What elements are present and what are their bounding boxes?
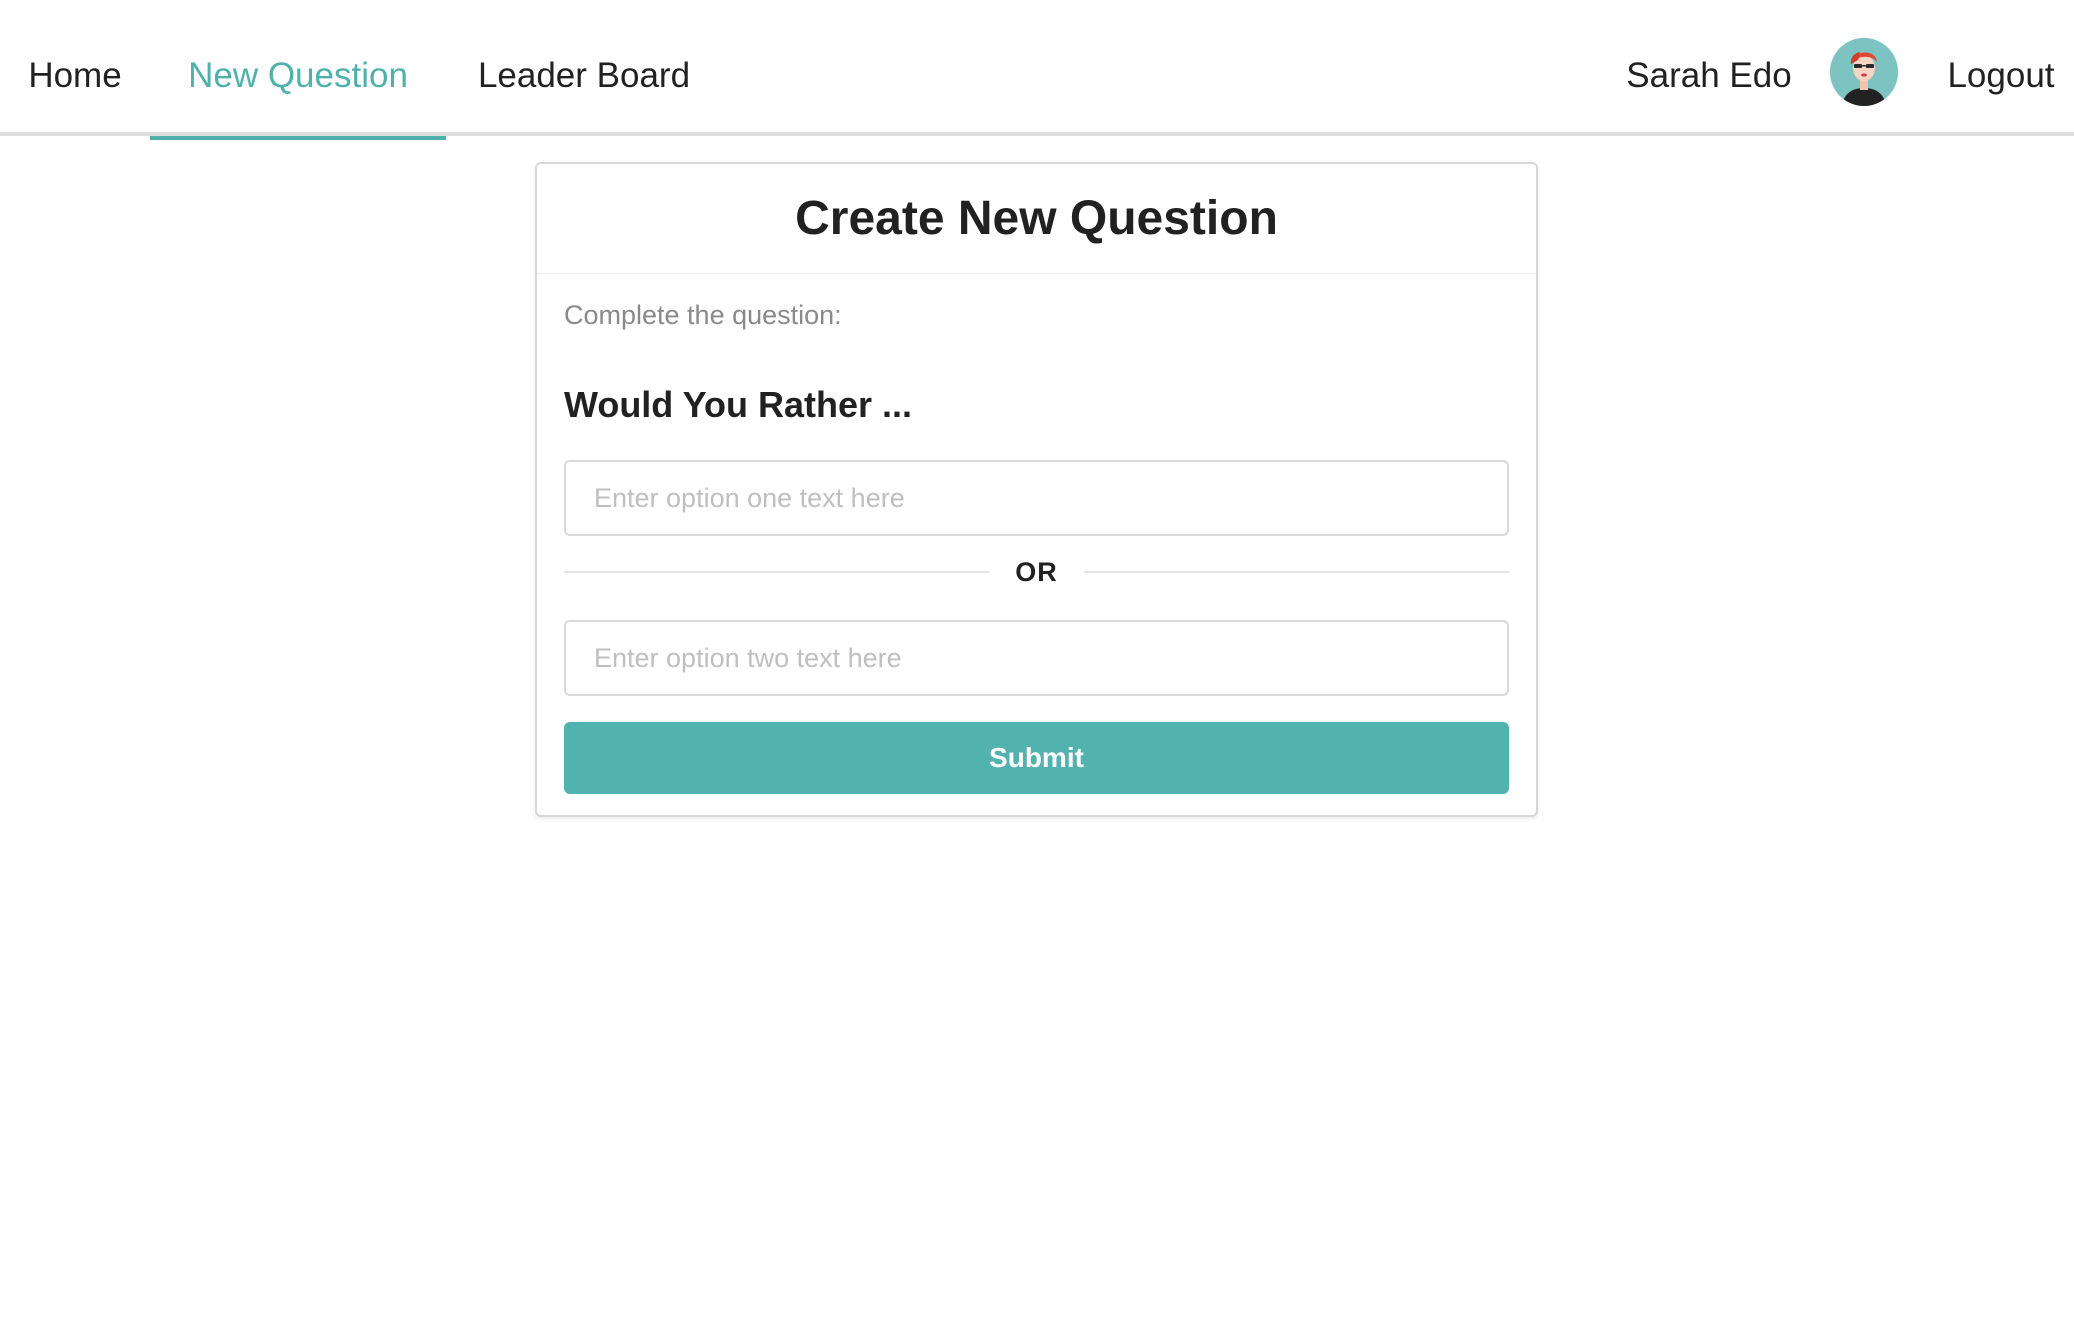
divider-line-right <box>1083 571 1509 573</box>
or-divider: OR <box>564 552 1509 592</box>
nav-home-link[interactable]: Home <box>0 0 150 136</box>
instruction-text: Complete the question: <box>564 300 842 330</box>
nav-new-question-label: New Question <box>188 55 408 95</box>
user-avatar-icon <box>1830 38 1898 106</box>
would-you-rather-heading: Would You Rather ... <box>564 384 913 425</box>
nav-home-label: Home <box>28 55 122 95</box>
card-title: Create New Question <box>537 164 1536 274</box>
or-label: OR <box>1015 556 1058 587</box>
option-one-input[interactable] <box>564 460 1509 536</box>
nav-new-question-link[interactable]: New Question <box>150 0 446 140</box>
avatar <box>1830 38 1898 106</box>
submit-button[interactable]: Submit <box>564 722 1509 794</box>
nav-leader-board-link[interactable]: Leader Board <box>446 0 722 136</box>
user-name-label: Sarah Edo <box>1626 55 1792 95</box>
logout-label: Logout <box>1947 55 2055 95</box>
top-navigation: Home New Question Leader Board Sarah Edo <box>0 0 2074 140</box>
logout-link[interactable]: Logout <box>1928 0 2074 136</box>
user-name: Sarah Edo <box>1626 0 1792 136</box>
divider-line-left <box>564 571 990 573</box>
new-question-card: Create New Question Complete the questio… <box>535 162 1538 817</box>
nav-leader-board-label: Leader Board <box>477 55 691 95</box>
option-two-input[interactable] <box>564 620 1509 696</box>
